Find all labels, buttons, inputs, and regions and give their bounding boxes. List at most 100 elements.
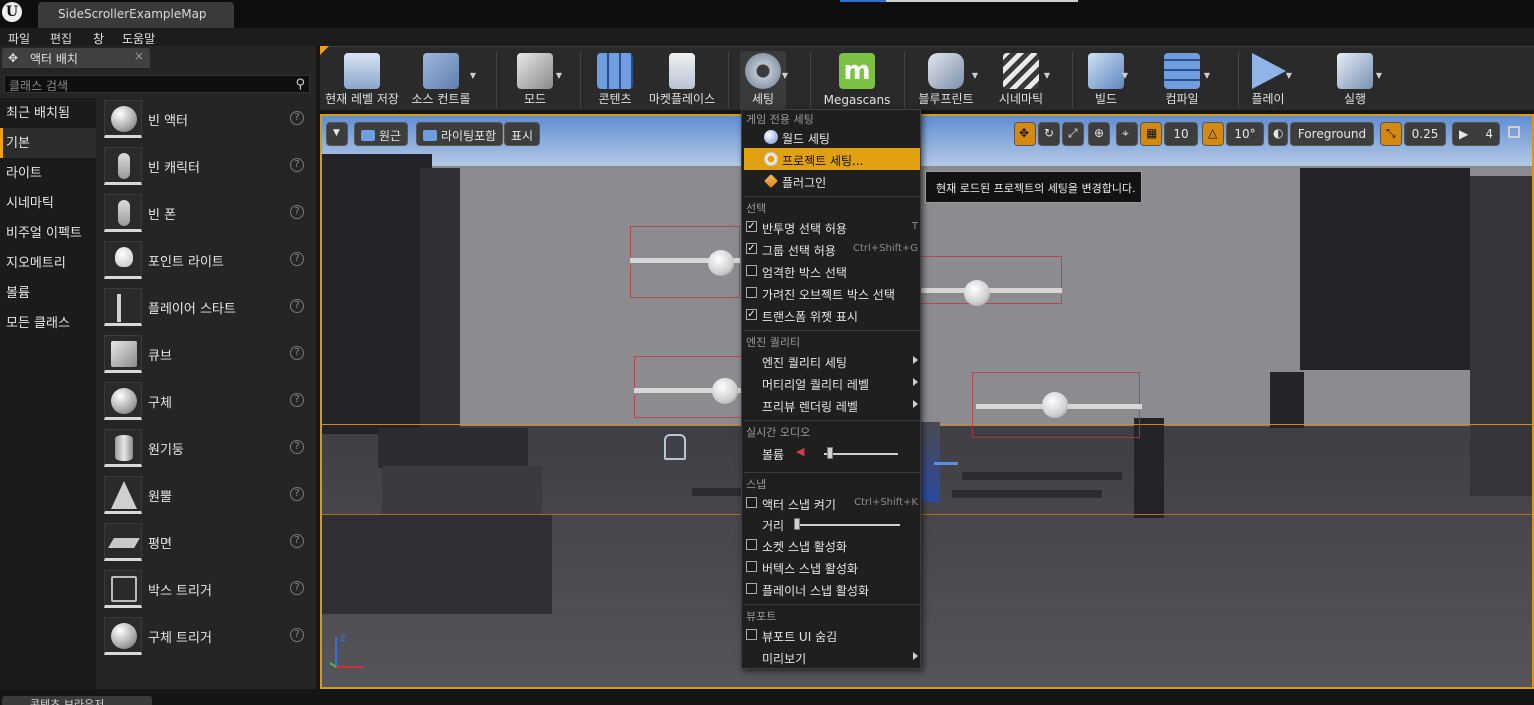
list-item[interactable]: 빈 캐릭터? — [100, 145, 314, 192]
help-icon[interactable]: ? — [290, 487, 304, 501]
actor-snap-item[interactable]: 액터 스냅 켜기 Ctrl+Shift+K — [744, 492, 920, 514]
help-icon[interactable]: ? — [290, 346, 304, 360]
layer-dropdown[interactable]: Foreground — [1290, 122, 1374, 146]
help-icon[interactable]: ? — [290, 158, 304, 172]
sphere[interactable] — [1042, 392, 1068, 418]
allow-translucent-item[interactable]: ✓ 반투명 선택 허용 T — [744, 216, 920, 238]
planar-snap-item[interactable]: 플레이너 스냅 활성화 — [744, 578, 920, 600]
help-icon[interactable]: ? — [290, 252, 304, 266]
save-current-button[interactable]: 현재 레벨 저장 — [324, 51, 400, 109]
chevron-down-icon[interactable]: ▼ — [1204, 71, 1210, 80]
unreal-logo-icon[interactable]: U — [2, 2, 22, 22]
list-item[interactable]: 원뿔? — [100, 474, 314, 521]
viewport-options-button[interactable]: ▼ — [326, 122, 348, 146]
megascans-button[interactable]: m Megascans — [822, 51, 892, 109]
play-button[interactable]: 플레이 ▼ — [1246, 51, 1292, 109]
help-icon[interactable]: ? — [290, 581, 304, 595]
socket-snap-checkbox[interactable] — [746, 539, 757, 550]
list-item[interactable]: 빈 액터? — [100, 98, 314, 145]
preview-item[interactable]: 미리보기 — [744, 646, 920, 668]
chevron-down-icon[interactable]: ▼ — [782, 71, 788, 80]
allow-translucent-checkbox[interactable]: ✓ — [746, 221, 757, 232]
translate-mode-icon[interactable]: ✥ — [1014, 122, 1036, 146]
menu-window[interactable]: 창 — [93, 30, 104, 47]
chevron-down-icon[interactable]: ▼ — [1376, 71, 1382, 80]
grid-snap-value[interactable]: 10 — [1164, 122, 1198, 146]
scale-snap-value[interactable]: 0.25 — [1404, 122, 1446, 146]
blueprints-button[interactable]: 블루프린트 ▼ — [916, 51, 978, 109]
list-item[interactable]: 빈 폰? — [100, 192, 314, 239]
cinematics-button[interactable]: 시네마틱 ▼ — [994, 51, 1050, 109]
occluded-box-item[interactable]: 가려진 오브젝트 박스 선택 — [744, 282, 920, 304]
category-cinematic[interactable]: 시네마틱 — [0, 188, 96, 218]
surface-snap-icon[interactable]: ⌖ — [1116, 122, 1138, 146]
category-basic[interactable]: 기본 — [0, 128, 96, 158]
launch-button[interactable]: 실행 ▼ — [1330, 51, 1382, 109]
actor-snap-checkbox[interactable] — [746, 497, 757, 508]
help-icon[interactable]: ? — [290, 111, 304, 125]
chevron-down-icon[interactable]: ▼ — [556, 71, 562, 80]
chevron-down-icon[interactable]: ▼ — [1286, 71, 1292, 80]
class-search-input[interactable]: 클래스 검색 ⚲ — [4, 75, 310, 93]
scale-snap-icon[interactable]: ⤡ — [1380, 122, 1402, 146]
list-item[interactable]: 구체? — [100, 380, 314, 427]
sphere[interactable] — [708, 250, 734, 276]
volume-slider-track[interactable] — [824, 453, 898, 455]
layer-icon[interactable]: ◐ — [1268, 122, 1288, 146]
show-transform-item[interactable]: ✓ 트랜스폼 위젯 표시 — [744, 304, 920, 326]
vertex-snap-item[interactable]: 버텍스 스냅 활성화 — [744, 556, 920, 578]
help-icon[interactable]: ? — [290, 393, 304, 407]
distance-slider-track[interactable] — [794, 524, 900, 526]
project-settings-item[interactable]: 프로젝트 세팅... — [744, 148, 920, 170]
material-quality-item[interactable]: 머티리얼 퀄리티 레벨 — [744, 372, 920, 394]
strict-box-item[interactable]: 엄격한 박스 선택 — [744, 260, 920, 282]
rotation-snap-value[interactable]: 10° — [1226, 122, 1264, 146]
grid-snap-icon[interactable]: ▦ — [1140, 122, 1162, 146]
list-item[interactable]: 포인트 라이트? — [100, 239, 314, 286]
list-item[interactable]: 평면? — [100, 521, 314, 568]
help-icon[interactable]: ? — [290, 628, 304, 642]
category-all-classes[interactable]: 모든 클래스 — [0, 308, 96, 338]
chevron-down-icon[interactable]: ▼ — [972, 71, 978, 80]
world-settings-item[interactable]: 월드 세팅 — [744, 126, 920, 148]
strict-box-checkbox[interactable] — [746, 265, 757, 276]
category-volumes[interactable]: 볼륨 — [0, 278, 96, 308]
hide-viewport-ui-checkbox[interactable] — [746, 629, 757, 640]
content-browser-tab[interactable]: 콘텐츠 브라우저 — [2, 696, 152, 705]
preview-rendering-item[interactable]: 프리뷰 렌더링 레벨 — [744, 394, 920, 416]
allow-group-checkbox[interactable]: ✓ — [746, 243, 757, 254]
list-item[interactable]: 구체 트리거? — [100, 615, 314, 662]
camera-speed-button[interactable]: ▶ 4 — [1452, 122, 1500, 146]
rotation-snap-icon[interactable]: △ — [1202, 122, 1224, 146]
menu-edit[interactable]: 편집 — [50, 30, 72, 47]
sphere[interactable] — [712, 378, 738, 404]
level-tab[interactable]: SideScrollerExampleMap — [38, 2, 234, 28]
socket-snap-item[interactable]: 소켓 스냅 활성화 — [744, 534, 920, 556]
allow-group-item[interactable]: ✓ 그룹 선택 허용 Ctrl+Shift+G — [744, 238, 920, 260]
sphere[interactable] — [964, 280, 990, 306]
category-geometry[interactable]: 지오메트리 — [0, 248, 96, 278]
menu-help[interactable]: 도움말 — [122, 30, 155, 47]
player-start-icon[interactable] — [664, 434, 686, 460]
list-item[interactable]: 큐브? — [100, 333, 314, 380]
perspective-button[interactable]: 원근 — [354, 122, 409, 146]
engine-quality-item[interactable]: 엔진 퀄리티 세팅 — [744, 350, 920, 372]
marketplace-button[interactable]: 마켓플레이스 — [646, 51, 718, 109]
maximize-icon[interactable] — [1508, 126, 1520, 138]
help-icon[interactable]: ? — [290, 440, 304, 454]
place-actors-tab[interactable]: ✥ 액터 배치 × — [2, 48, 150, 68]
hide-viewport-ui-item[interactable]: 뷰포트 UI 숨김 — [744, 624, 920, 646]
menu-file[interactable]: 파일 — [8, 30, 30, 47]
distance-slider-handle[interactable] — [794, 518, 800, 530]
planar-snap-checkbox[interactable] — [746, 583, 757, 594]
search-icon[interactable]: ⚲ — [295, 77, 305, 92]
occluded-box-checkbox[interactable] — [746, 287, 757, 298]
list-item[interactable]: 원기둥? — [100, 427, 314, 474]
plugins-item[interactable]: 플러그인 — [744, 170, 920, 192]
compile-button[interactable]: 컴파일 ▼ — [1156, 51, 1210, 109]
settings-button[interactable]: 세팅 ▼ — [740, 51, 788, 109]
help-icon[interactable]: ? — [290, 205, 304, 219]
list-item[interactable]: 플레이어 스타트? — [100, 286, 314, 333]
scale-mode-icon[interactable]: ⤢ — [1062, 122, 1084, 146]
lit-button[interactable]: 라이팅포함 — [416, 122, 504, 146]
